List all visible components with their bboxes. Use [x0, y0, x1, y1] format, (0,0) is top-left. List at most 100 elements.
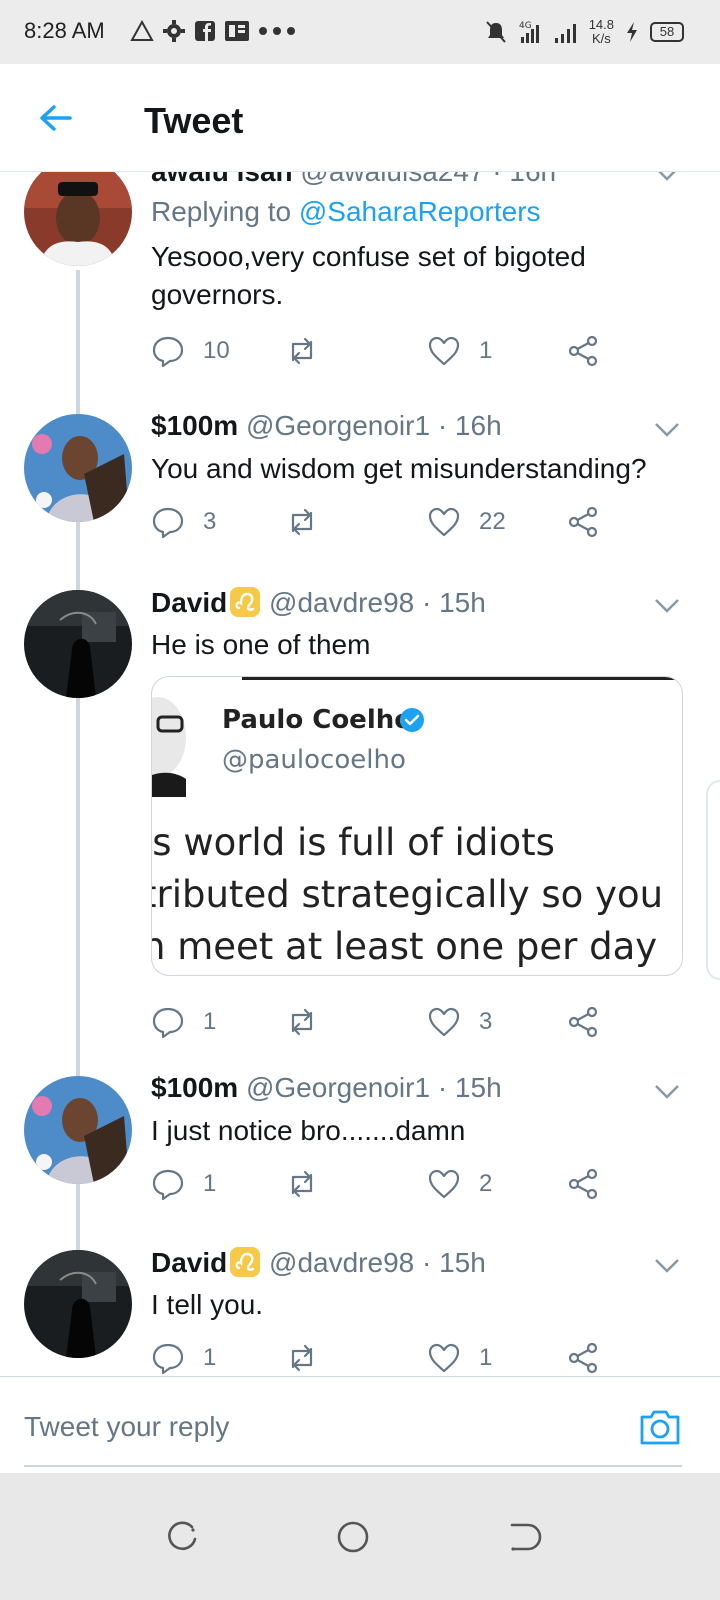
reply-icon: [152, 336, 184, 368]
camera-icon[interactable]: [638, 1407, 682, 1447]
back-arrow-icon[interactable]: [36, 98, 76, 138]
retweet-button[interactable]: [285, 1338, 319, 1378]
author-handle: @Georgenoir1 · 16h: [245, 410, 502, 441]
retweet-icon: [291, 1344, 313, 1372]
quoted-line: tributed strategically so you: [151, 873, 664, 916]
author-name[interactable]: David: [151, 587, 227, 618]
retweet-icon: [291, 1170, 313, 1198]
like-button[interactable]: 3: [427, 1002, 492, 1042]
gear-icon: [163, 20, 185, 42]
leo-emoji-icon: [230, 587, 261, 617]
reply-count: 3: [203, 508, 217, 535]
share-button[interactable]: [566, 331, 600, 371]
tweet-text: I just notice bro.......damn: [151, 1115, 466, 1146]
like-count: 3: [479, 1008, 493, 1035]
tweet-author-row: $100m @Georgenoir1 · 15h: [151, 1072, 502, 1104]
chevron-down-icon[interactable]: [654, 1084, 680, 1100]
share-button[interactable]: [566, 502, 600, 542]
tweet-author-row: awalu isah @awaluisa247 · 16h: [151, 172, 556, 188]
author-name[interactable]: awalu isah: [151, 172, 293, 187]
like-button[interactable]: 1: [427, 1338, 492, 1378]
avatar[interactable]: [24, 172, 132, 266]
reply-icon: [152, 1343, 184, 1375]
reply-button[interactable]: 1: [151, 1338, 216, 1378]
page-title: Tweet: [144, 100, 244, 141]
share-button[interactable]: [566, 1338, 600, 1378]
tweet[interactable]: $100m @Georgenoir1 · 16h You and wisdom …: [0, 404, 720, 582]
status-bar: 8:28 AM 4G 14.8 K/s 58: [0, 0, 720, 64]
avatar[interactable]: [24, 1250, 132, 1358]
share-button[interactable]: [566, 1164, 600, 1204]
reply-button[interactable]: 1: [151, 1002, 216, 1042]
thread-connector: [76, 1184, 80, 1242]
heart-icon: [428, 1343, 460, 1373]
home-icon[interactable]: [333, 1517, 373, 1557]
network-speed-unit: K/s: [591, 31, 611, 46]
heart-icon: [428, 1007, 460, 1037]
tweet-thread[interactable]: awalu isah @awaluisa247 · 16h Replying t…: [0, 172, 720, 1402]
retweet-button[interactable]: [285, 1164, 319, 1204]
like-button[interactable]: 1: [427, 331, 492, 371]
tweet-actions: 1 2: [151, 1164, 611, 1204]
author-name[interactable]: David: [151, 1247, 227, 1278]
chevron-down-icon[interactable]: [654, 422, 680, 438]
author-name[interactable]: $100m: [151, 410, 238, 441]
back-nav-icon[interactable]: [504, 1517, 544, 1557]
share-icon: [568, 506, 598, 538]
network-speed-value: 14.8: [588, 17, 614, 32]
tweet[interactable]: David @davdre98 · 15h He is one of them …: [0, 582, 720, 1068]
tweet-actions: 10 1: [151, 331, 611, 371]
retweet-button[interactable]: [285, 331, 319, 371]
recents-icon[interactable]: [162, 1517, 202, 1557]
retweet-button[interactable]: [285, 1002, 319, 1042]
thread-connector: [76, 1068, 80, 1076]
author-handle: @davdre98 · 15h: [269, 1247, 486, 1278]
system-icons: 4G 14.8 K/s 58: [485, 14, 684, 50]
thread-connector: [76, 270, 80, 404]
replying-mention-link[interactable]: @SaharaReporters: [299, 196, 541, 227]
more-notifications-icon: [259, 27, 295, 35]
retweet-icon: [291, 1008, 313, 1036]
tweet-actions: 3 22: [151, 502, 611, 542]
retweet-icon: [291, 337, 313, 365]
reply-button[interactable]: 3: [151, 502, 216, 542]
signal-4g-icon: 4G: [519, 21, 539, 43]
tweet-text: I tell you.: [151, 1289, 264, 1320]
tweet[interactable]: awalu isah @awaluisa247 · 16h Replying t…: [0, 172, 720, 404]
chevron-down-icon[interactable]: [654, 172, 680, 182]
author-name[interactable]: $100m: [151, 1072, 238, 1103]
top-app-bar: Tweet: [0, 64, 720, 172]
chevron-down-icon[interactable]: [654, 598, 680, 614]
verified-badge-icon: [400, 708, 424, 732]
avatar[interactable]: [24, 414, 132, 522]
signal-icon: [554, 24, 576, 43]
author-handle: @Georgenoir1 · 15h: [245, 1072, 502, 1103]
share-button[interactable]: [566, 1002, 600, 1042]
reply-input[interactable]: Tweet your reply: [24, 1411, 229, 1443]
like-count: 2: [479, 1170, 493, 1197]
reply-composer[interactable]: Tweet your reply: [0, 1376, 720, 1473]
retweet-button[interactable]: [285, 502, 319, 542]
reply-button[interactable]: 1: [151, 1164, 216, 1204]
thread-connector: [76, 582, 80, 590]
reply-icon: [152, 1007, 184, 1039]
reply-button[interactable]: 10: [151, 331, 230, 371]
quoted-image[interactable]: Paulo Coelho @paulocoelho is world is fu…: [151, 676, 683, 976]
heart-icon: [428, 336, 460, 366]
avatar[interactable]: [24, 590, 132, 698]
tweet-author-row: David @davdre98 · 15h: [151, 1246, 486, 1279]
avatar[interactable]: [24, 1076, 132, 1184]
like-button[interactable]: 22: [427, 502, 506, 542]
tweet[interactable]: $100m @Georgenoir1 · 15h I just notice b…: [0, 1068, 720, 1242]
chevron-down-icon[interactable]: [654, 1258, 680, 1274]
quoted-text: is world is full of idiots tributed stra…: [151, 817, 682, 973]
tweet-text: You and wisdom get misunderstanding?: [151, 453, 647, 484]
facebook-icon: [195, 21, 215, 41]
quoted-author-handle: @paulocoelho: [222, 745, 406, 775]
status-time: 8:28 AM: [24, 18, 105, 43]
svg-text:4G: 4G: [519, 21, 532, 31]
reply-count: 10: [203, 337, 230, 364]
side-panel-handle[interactable]: [706, 780, 720, 980]
leo-emoji-icon: [230, 1247, 261, 1277]
like-button[interactable]: 2: [427, 1164, 492, 1204]
